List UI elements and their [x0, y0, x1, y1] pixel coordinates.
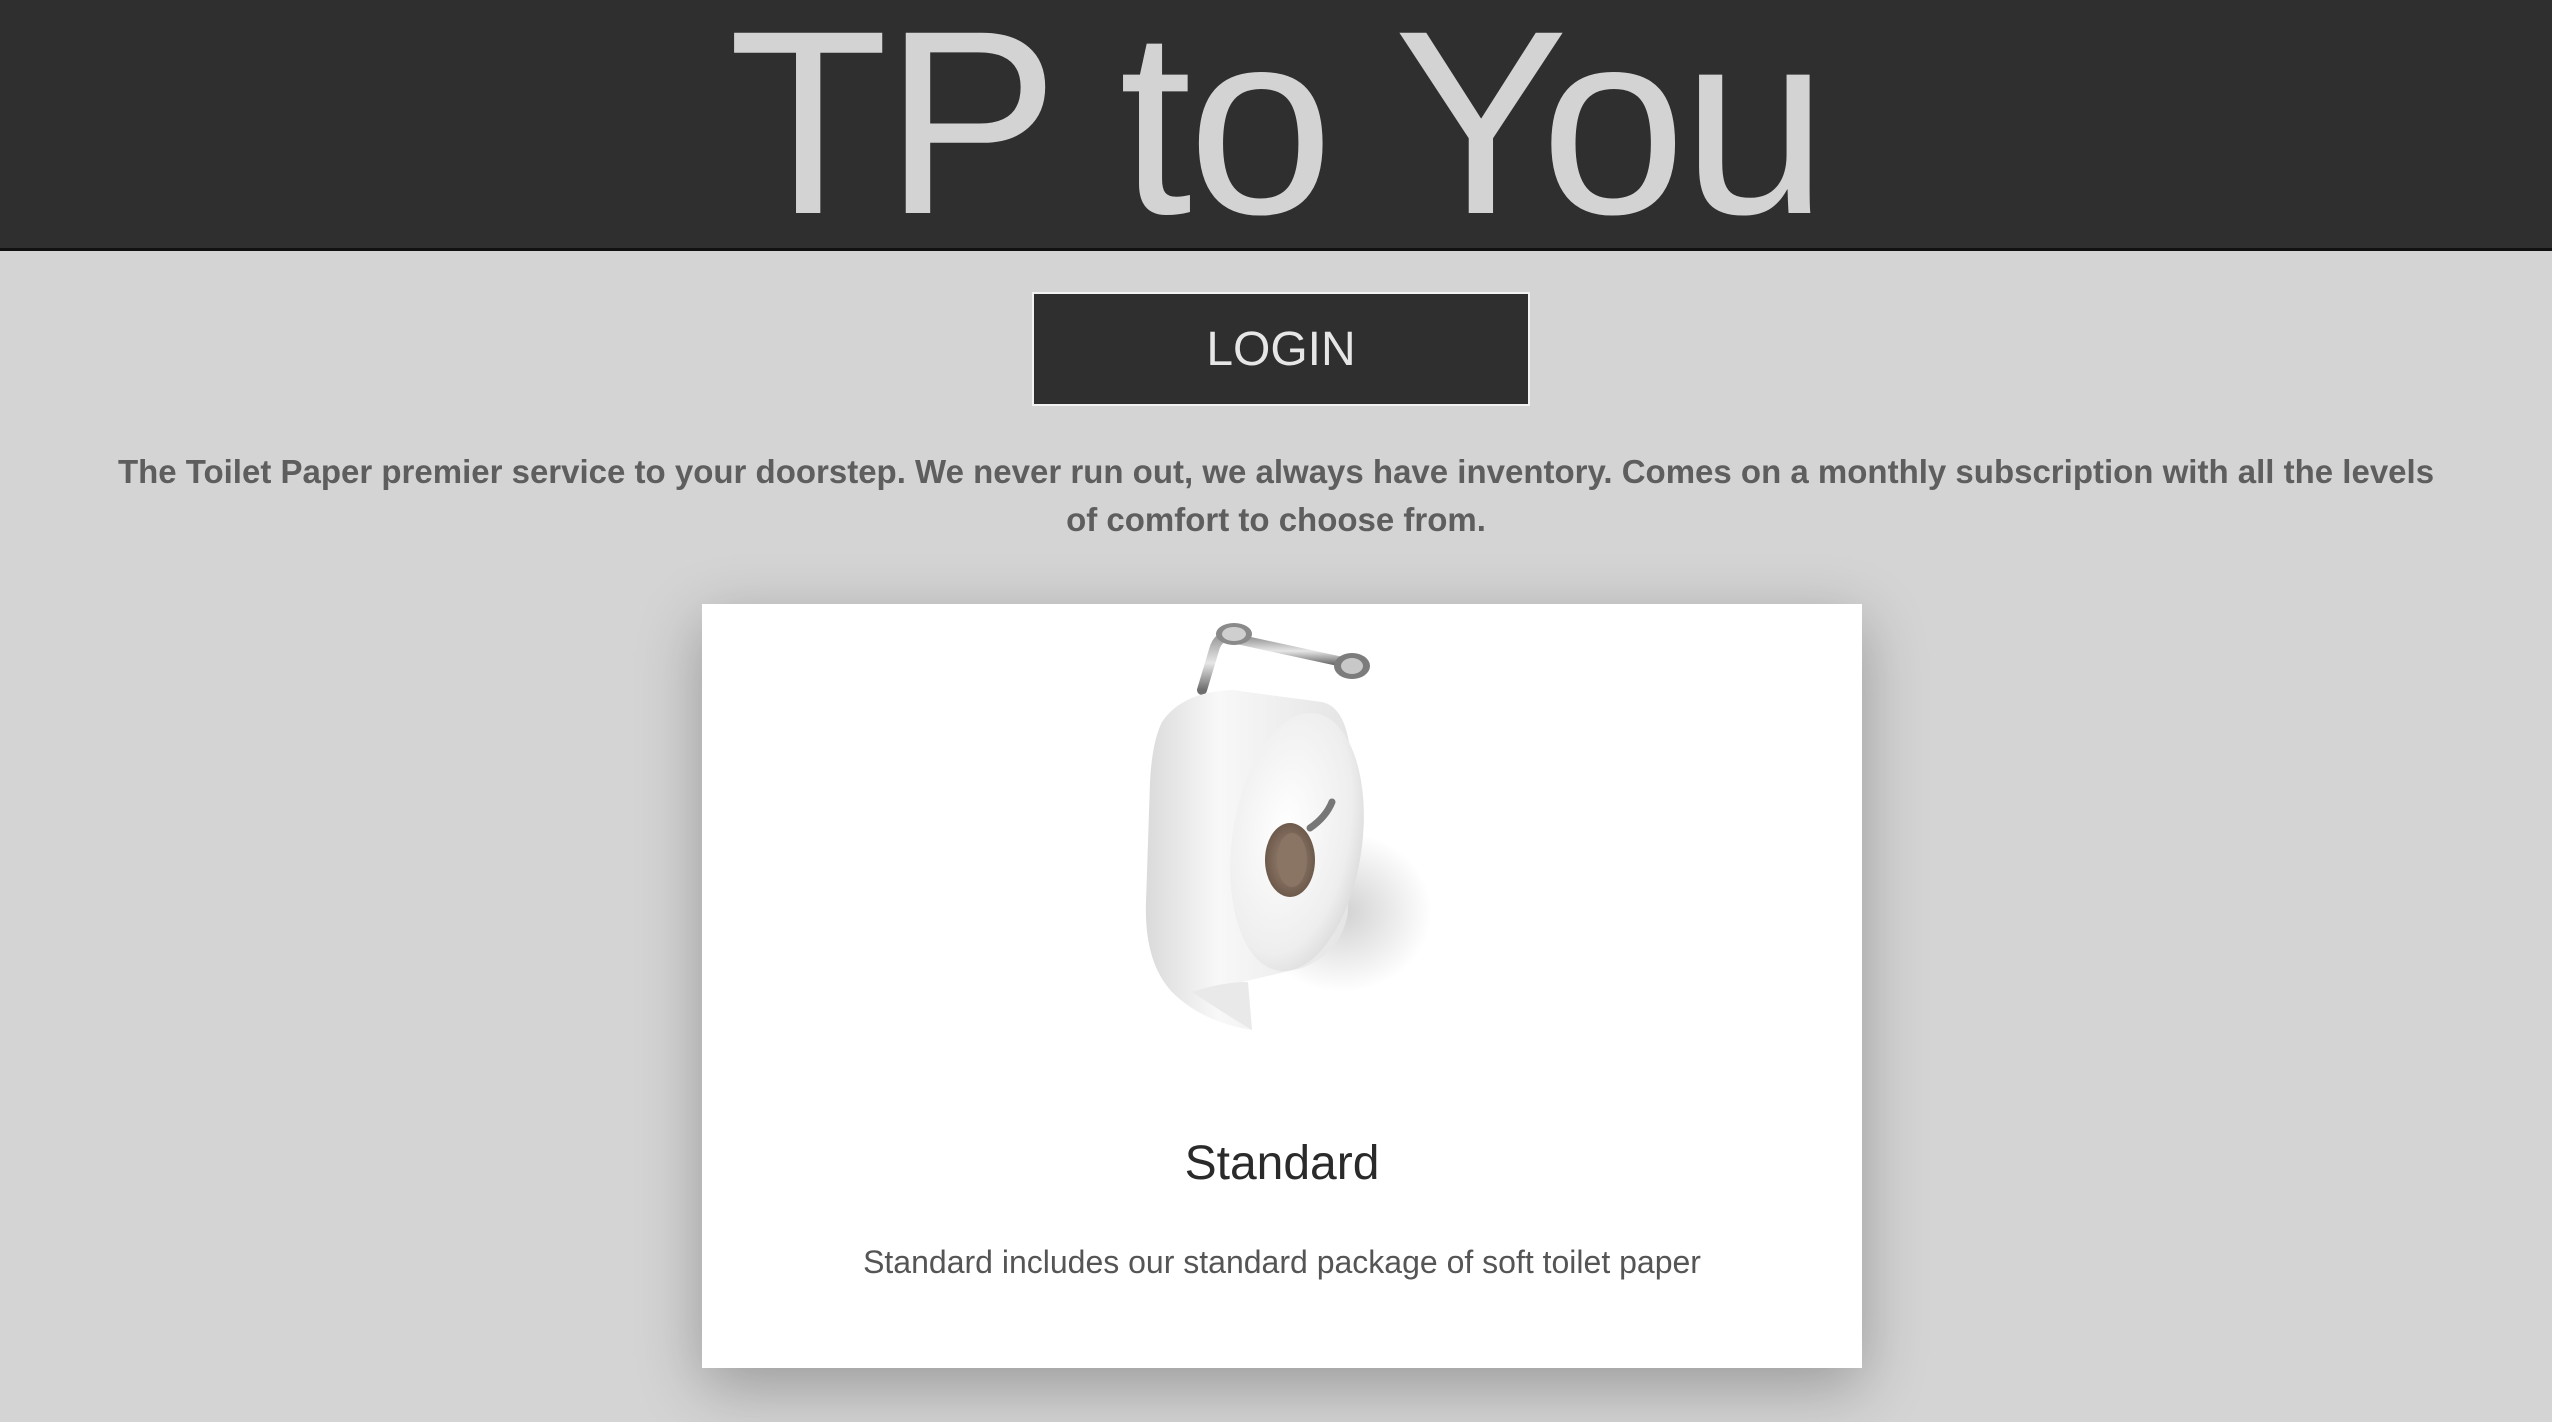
toilet-paper-icon	[1145, 623, 1432, 1030]
card-title: Standard	[1184, 1137, 1380, 1190]
product-card-standard[interactable]: Standard Standard includes our standard …	[702, 604, 1862, 1368]
tagline: The Toilet Paper premier service to your…	[117, 453, 2435, 538]
site-title: TP to You	[728, 0, 1828, 251]
card-description: Standard includes our standard package o…	[863, 1244, 1701, 1280]
site-header: TP to You	[0, 0, 2552, 251]
login-button[interactable]: LOGIN	[1032, 292, 1530, 406]
